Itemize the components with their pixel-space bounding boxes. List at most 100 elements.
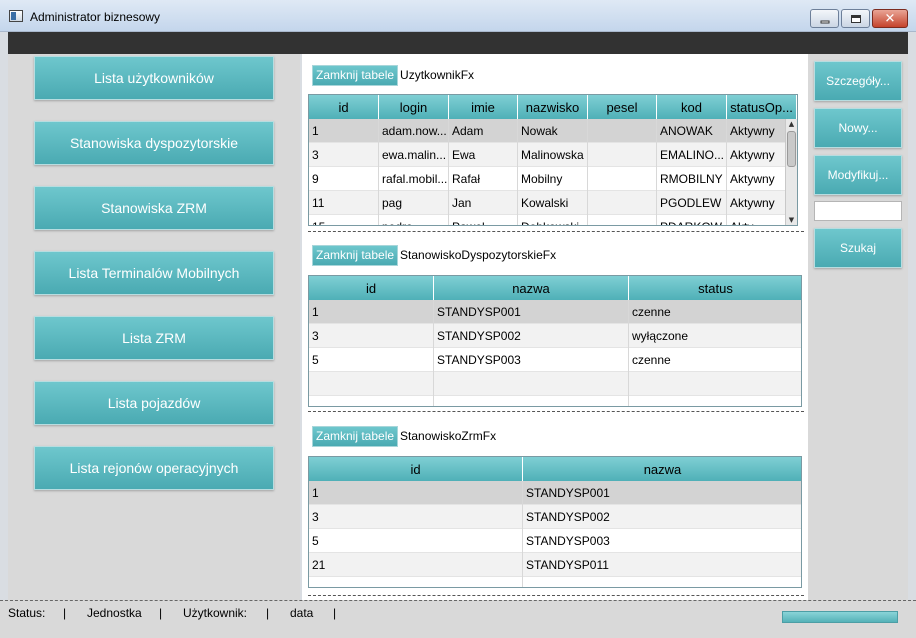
cell [434, 396, 629, 406]
table-row[interactable]: 5 STANDYSP003 czenne [309, 348, 801, 372]
operational-regions-button[interactable]: Lista rejonów operacyjnych [34, 446, 274, 490]
column-header[interactable]: imie [449, 95, 518, 119]
cell [588, 215, 657, 225]
search-input[interactable] [814, 201, 902, 221]
new-button[interactable]: Nowy... [814, 108, 902, 148]
cell: 15 [309, 215, 379, 225]
minimize-icon [820, 20, 829, 23]
table-row[interactable]: 1 adam.now... Adam Nowak ANOWAK Aktywny [309, 119, 787, 143]
search-button[interactable]: Szukaj [814, 228, 902, 268]
close-table-button[interactable]: Zamknij tabele [312, 64, 399, 86]
cell: 11 [309, 191, 379, 215]
table-row[interactable]: 3 STANDYSP002 wyłączone [309, 324, 801, 348]
cell: ewa.malin... [379, 143, 449, 167]
details-button[interactable]: Szczegóły... [814, 61, 902, 101]
scroll-up-icon[interactable]: ▲ [786, 119, 797, 129]
table-row[interactable]: 1 STANDYSP001 [309, 481, 801, 505]
column-header[interactable]: nazwa [523, 457, 801, 481]
maximize-button[interactable] [841, 9, 870, 28]
close-icon: ✕ [884, 11, 896, 26]
mobile-terminals-button[interactable]: Lista Terminalów Mobilnych [34, 251, 274, 295]
cell: Jan [449, 191, 518, 215]
column-header[interactable]: statusOp... [727, 95, 797, 119]
cell [629, 372, 801, 396]
column-header[interactable]: id [309, 276, 434, 300]
cell [629, 396, 801, 406]
progress-fill [783, 612, 897, 622]
cell: Aktywny [727, 167, 787, 191]
cell: Nowak [518, 119, 588, 143]
cell: STANDYSP003 [523, 529, 801, 553]
cell: Pawel [449, 215, 518, 225]
cell [309, 396, 434, 406]
cell [434, 372, 629, 396]
cell: Aktywny [727, 191, 787, 215]
users-list-button[interactable]: Lista użytkowników [34, 56, 274, 100]
zrm-stations-table: id nazwa 1 STANDYSP001 3 STANDYSP002 5 S… [308, 456, 802, 588]
table-row[interactable]: 5 STANDYSP003 [309, 529, 801, 553]
cell [588, 191, 657, 215]
cell: Ewa [449, 143, 518, 167]
close-window-button[interactable]: ✕ [872, 9, 908, 28]
cell: ANOWAK [657, 119, 727, 143]
column-header[interactable]: id [309, 457, 523, 481]
close-table-button[interactable]: Zamknij tabele [312, 244, 399, 266]
table-row [309, 577, 801, 587]
table-row [309, 396, 801, 406]
table-row[interactable]: 15 pedro... Pawel Dobkowski PDARKOW Akty… [309, 215, 787, 225]
column-header[interactable]: nazwa [434, 276, 629, 300]
dispatch-stations-button[interactable]: Stanowiska dyspozytorskie [34, 121, 274, 165]
cell: 1 [309, 300, 434, 324]
table-row[interactable]: 21 STANDYSP011 [309, 553, 801, 577]
table-row[interactable]: 3 ewa.malin... Ewa Malinowska EMALINO...… [309, 143, 787, 167]
column-header[interactable]: status [629, 276, 801, 300]
status-label: Status: [8, 606, 46, 620]
cell: Malinowska [518, 143, 588, 167]
dispatch-section-header: Zamknij tabele StanowiskoDyspozytorskieF… [312, 244, 556, 266]
actions-panel: Szczegóły... Nowy... Modyfikuj... Szukaj [808, 54, 908, 600]
cell [309, 372, 434, 396]
column-header[interactable]: kod [657, 95, 727, 119]
tables-area: Zamknij tabele UzytkownikFx id login imi… [302, 54, 808, 600]
cell [523, 577, 801, 587]
status-separator: | [159, 606, 163, 620]
users-section: Zamknij tabele UzytkownikFx id login imi… [308, 54, 804, 232]
cell [588, 167, 657, 191]
column-header[interactable]: id [309, 95, 379, 119]
cell: Kowalski [518, 191, 588, 215]
navigation-panel: Lista użytkowników Stanowiska dyspozytor… [8, 54, 300, 600]
cell [588, 143, 657, 167]
table-row[interactable]: 9 rafal.mobil... Rafał Mobilny RMOBILNY … [309, 167, 787, 191]
cell: 5 [309, 348, 434, 372]
cell: PDARKOW [657, 215, 727, 225]
table-name: StanowiskoZrmFx [400, 429, 497, 443]
cell: pag [379, 191, 449, 215]
user-label: Użytkownik: [183, 606, 248, 620]
table-row[interactable]: 11 pag Jan Kowalski PGODLEW Aktywny [309, 191, 787, 215]
modify-button[interactable]: Modyfikuj... [814, 155, 902, 195]
minimize-button[interactable] [810, 9, 839, 28]
cell: 21 [309, 553, 523, 577]
vertical-scrollbar[interactable]: ▲ ▼ [785, 119, 797, 225]
unit-label: Jednostka [87, 606, 142, 620]
scrollbar-thumb[interactable] [787, 131, 796, 167]
zrm-list-button[interactable]: Lista ZRM [34, 316, 274, 360]
table-row[interactable]: 3 STANDYSP002 [309, 505, 801, 529]
close-table-button[interactable]: Zamknij tabele [312, 425, 399, 447]
vehicles-list-button[interactable]: Lista pojazdów [34, 381, 274, 425]
scroll-down-icon[interactable]: ▼ [786, 215, 797, 225]
cell: PGODLEW [657, 191, 727, 215]
cell: Rafał [449, 167, 518, 191]
cell: RMOBILNY [657, 167, 727, 191]
cell: STANDYSP001 [523, 481, 801, 505]
cell: pedro... [379, 215, 449, 225]
table-row[interactable]: 1 STANDYSP001 czenne [309, 300, 801, 324]
column-header[interactable]: login [379, 95, 449, 119]
column-header[interactable]: nazwisko [518, 95, 588, 119]
zrm-section-header: Zamknij tabele StanowiskoZrmFx [312, 425, 496, 447]
zrm-stations-button[interactable]: Stanowiska ZRM [34, 186, 274, 230]
status-separator: | [266, 606, 270, 620]
cell [309, 577, 523, 587]
column-header[interactable]: pesel [588, 95, 657, 119]
users-table: id login imie nazwisko pesel kod statusO… [308, 94, 798, 226]
